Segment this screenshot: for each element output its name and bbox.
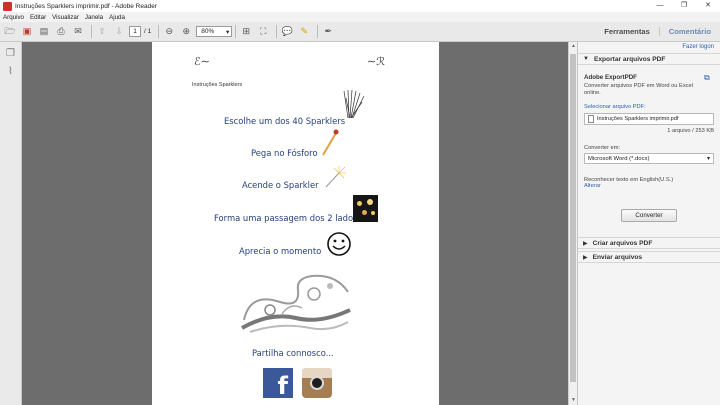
page-number-input[interactable]: 1: [129, 26, 141, 37]
sign-in-link[interactable]: Fazer logon: [682, 44, 714, 50]
convert-to-label: Converter em:: [584, 145, 621, 151]
file-info: 1 arquivo / 253 KB: [667, 128, 714, 134]
selected-file-field[interactable]: Instruções Sparklers imprimir.pdf: [584, 113, 714, 125]
print-icon[interactable]: ⎙: [54, 25, 68, 39]
save-icon[interactable]: ▤: [37, 25, 51, 39]
zoom-value: 80%: [201, 28, 215, 35]
minimize-icon[interactable]: —: [648, 0, 672, 12]
change-language-link[interactable]: Alterar: [584, 183, 601, 190]
document-area[interactable]: ℰ∼ ∼ℛ Instruções Sparklers Escolhe um do…: [23, 42, 568, 405]
pdf-step-5: Aprecia o momento: [239, 246, 322, 256]
tab-tools[interactable]: Ferramentas: [595, 27, 659, 36]
zoom-out-icon[interactable]: ⊖: [162, 25, 176, 39]
pdf-file-icon: [588, 115, 594, 123]
fit-page-icon[interactable]: ⊞: [239, 25, 253, 39]
pdf-step-2: Pega no Fósforo: [251, 148, 318, 158]
email-icon[interactable]: ✉: [71, 25, 85, 39]
menu-editar[interactable]: Editar: [30, 14, 46, 21]
chevron-down-icon: ▾: [225, 28, 230, 36]
convert-format-value: Microsoft Word (*.docx): [588, 155, 650, 162]
title-bar: Instruções Sparklers imprimir.pdf - Adob…: [0, 0, 720, 12]
window-title: Instruções Sparklers imprimir.pdf - Adob…: [15, 2, 157, 10]
sparklers-photo: [353, 195, 378, 222]
tools-panel: Fazer logon ▼ Exportar arquivos PDF Adob…: [577, 42, 720, 405]
chevron-down-icon: ▾: [707, 155, 710, 162]
page-total: / 1: [144, 28, 152, 35]
scrollbar-thumb[interactable]: [570, 54, 576, 382]
selected-file-name: Instruções Sparklers imprimir.pdf: [597, 116, 679, 122]
facebook-letter: f: [277, 372, 288, 398]
toolbar-divider: [91, 25, 92, 38]
sign-icon[interactable]: ✒: [321, 25, 335, 39]
send-files-section-header[interactable]: ▶ Enviar arquivos: [578, 251, 720, 263]
send-files-title: Enviar arquivos: [592, 253, 643, 261]
decorative-ornament: [241, 274, 351, 333]
export-service-icon: ⧉: [704, 73, 710, 82]
flourish-right-icon: ∼ℛ: [367, 56, 385, 68]
pdf-heading: Instruções Sparklers: [192, 82, 243, 88]
convert-format-select[interactable]: Microsoft Word (*.docx) ▾: [584, 153, 714, 164]
chevron-down-icon: ▼: [583, 56, 589, 62]
next-page-icon[interactable]: ⇩: [112, 25, 126, 39]
smiley-icon: [327, 232, 351, 256]
service-description-line-2: online.: [584, 90, 601, 96]
close-icon[interactable]: ✕: [696, 0, 720, 12]
menu-janela[interactable]: Janela: [85, 14, 103, 21]
create-pdf-title: Criar arquivos PDF: [592, 239, 653, 247]
tab-comment[interactable]: Comentário: [658, 27, 720, 36]
prev-page-icon[interactable]: ⇧: [95, 25, 109, 39]
menu-bar: Arquivo Editar Visualizar Janela Ajuda: [0, 12, 720, 22]
create-icon[interactable]: ▣: [20, 25, 34, 39]
export-pdf-title: Exportar arquivos PDF: [593, 55, 666, 63]
menu-ajuda[interactable]: Ajuda: [109, 14, 125, 21]
navigation-pane: ❐ ⌇: [0, 42, 22, 405]
create-pdf-section-header[interactable]: ▶ Criar arquivos PDF: [578, 237, 720, 249]
flourish-left-icon: ℰ∼: [194, 56, 210, 68]
chevron-right-icon: ▶: [583, 254, 588, 261]
pdf-share-text: Partilha connosco...: [252, 348, 334, 358]
toolbar-divider: [235, 25, 237, 38]
match-icon: [322, 129, 339, 156]
pdf-step-3: Acende o Sparkler: [242, 180, 319, 190]
pdf-page: ℰ∼ ∼ℛ Instruções Sparklers Escolhe um do…: [152, 42, 439, 405]
page-thumbnails-icon[interactable]: ❐: [5, 48, 17, 60]
toolbar-divider: [317, 25, 319, 38]
chevron-right-icon: ▶: [583, 240, 588, 247]
highlight-icon[interactable]: ✎: [297, 25, 311, 39]
toolbar: 🗁 ▣ ▤ ⎙ ✉ ⇧ ⇩ 1 / 1 ⊖ ⊕ 80% ▾ ⊞ ⛶ 💬 ✎ ✒ …: [0, 22, 720, 42]
attachments-icon[interactable]: ⌇: [5, 66, 17, 78]
select-pdf-label: Selecionar arquivo PDF:: [584, 104, 646, 110]
instagram-icon: [302, 368, 332, 398]
sparkler-bundle-icon: [343, 89, 365, 119]
document-scrollbar[interactable]: ▲ ▼: [568, 42, 577, 405]
menu-visualizar[interactable]: Visualizar: [52, 14, 79, 21]
comment-icon[interactable]: 💬: [280, 25, 294, 39]
lit-sparkler-icon: [325, 166, 346, 188]
export-pdf-section-header[interactable]: ▼ Exportar arquivos PDF: [578, 53, 720, 65]
convert-button[interactable]: Converter: [621, 209, 677, 222]
toolbar-divider: [276, 25, 278, 38]
service-description-line-1: Converter arquivos PDF em Word ou Excel: [584, 83, 693, 89]
service-title: Adobe ExportPDF: [584, 74, 637, 81]
toolbar-divider: [158, 25, 160, 38]
fullscreen-icon[interactable]: ⛶: [256, 25, 270, 39]
zoom-select[interactable]: 80% ▾: [196, 26, 233, 37]
window-controls: — ❐ ✕: [648, 0, 720, 12]
open-icon[interactable]: 🗁: [3, 25, 17, 39]
maximize-icon[interactable]: ❐: [672, 0, 696, 12]
facebook-icon: f: [263, 368, 293, 398]
pdf-step-1: Escolhe um dos 40 Sparklers: [224, 116, 346, 126]
menu-arquivo[interactable]: Arquivo: [3, 14, 24, 21]
pdf-step-4: Forma uma passagem dos 2 lados: [214, 213, 358, 223]
adobe-reader-icon: [3, 1, 12, 11]
zoom-in-icon[interactable]: ⊕: [179, 25, 193, 39]
task-tabs: Ferramentas Comentário: [595, 22, 720, 41]
